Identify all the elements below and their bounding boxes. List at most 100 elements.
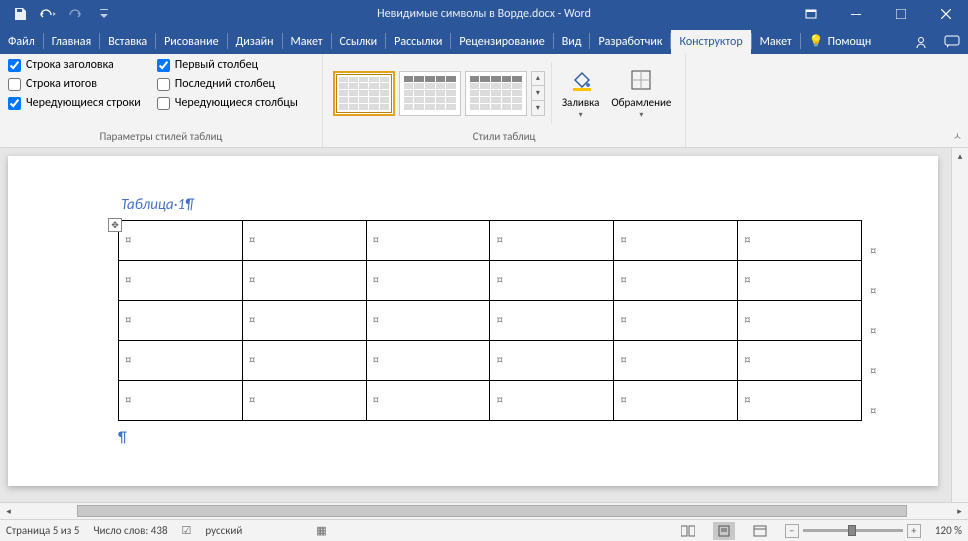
table-cell[interactable]: ¤ bbox=[738, 341, 862, 381]
tab-draw[interactable]: Рисование bbox=[156, 30, 226, 54]
minimize-button[interactable] bbox=[833, 0, 878, 28]
comments-button[interactable] bbox=[936, 30, 968, 54]
zoom-thumb[interactable] bbox=[848, 525, 856, 536]
table-cell[interactable]: ¤ bbox=[366, 341, 490, 381]
table-cell[interactable]: ¤ bbox=[614, 221, 738, 261]
table-cell[interactable]: ¤ bbox=[738, 261, 862, 301]
zoom-in[interactable]: + bbox=[907, 524, 921, 538]
borders-button[interactable]: Обрамление ▾ bbox=[605, 64, 677, 123]
table-cell[interactable]: ¤ bbox=[119, 381, 243, 421]
tab-file[interactable]: Файл bbox=[0, 30, 43, 54]
status-bar: Страница 5 из 5 Число слов: 438 ☑ русски… bbox=[0, 519, 968, 541]
language[interactable]: русский bbox=[205, 524, 242, 537]
read-mode-view[interactable] bbox=[677, 522, 699, 540]
paragraph-mark: ¶ bbox=[118, 429, 828, 447]
tab-mailings[interactable]: Рассылки bbox=[386, 30, 450, 54]
tab-design[interactable]: Дизайн bbox=[228, 30, 282, 54]
word-count[interactable]: Число слов: 438 bbox=[93, 524, 167, 537]
checkbox-header-row[interactable]: Строка заголовка bbox=[8, 58, 141, 72]
macro-icon[interactable]: ▦ bbox=[316, 524, 326, 537]
checkbox-total-row[interactable]: Строка итогов bbox=[8, 77, 141, 91]
table-cell[interactable]: ¤ bbox=[614, 301, 738, 341]
group-label-styles: Стили таблиц bbox=[331, 128, 678, 145]
checkbox-banded-rows[interactable]: Чередующиеся строки bbox=[8, 96, 141, 110]
spellcheck-icon[interactable]: ☑ bbox=[182, 524, 192, 537]
zoom-out[interactable]: − bbox=[785, 524, 799, 538]
window-controls bbox=[788, 0, 968, 28]
checkbox-first-column[interactable]: Первый столбец bbox=[157, 58, 298, 72]
zoom-slider[interactable]: − + bbox=[785, 524, 921, 538]
redo-button[interactable] bbox=[64, 3, 88, 25]
zoom-level[interactable]: 120 % bbox=[935, 524, 962, 537]
table-cell[interactable]: ¤ bbox=[490, 381, 614, 421]
close-button[interactable] bbox=[923, 0, 968, 28]
table-style-thumb[interactable] bbox=[333, 71, 395, 116]
print-layout-view[interactable] bbox=[713, 522, 735, 540]
ribbon-display-options[interactable] bbox=[788, 0, 833, 28]
table-cell[interactable]: ¤ bbox=[242, 341, 366, 381]
table-caption[interactable]: Таблица·1¶ bbox=[121, 196, 828, 214]
table-style-thumb[interactable] bbox=[399, 71, 461, 116]
tab-references[interactable]: Ссылки bbox=[332, 30, 386, 54]
table-cell[interactable]: ¤ bbox=[614, 261, 738, 301]
table-cell[interactable]: ¤ bbox=[738, 301, 862, 341]
tab-review[interactable]: Рецензирование bbox=[451, 30, 552, 54]
table-cell[interactable]: ¤ bbox=[119, 341, 243, 381]
tab-table-layout[interactable]: Макет bbox=[752, 30, 800, 54]
group-table-style-options: Строка заголовка Строка итогов Чередующи… bbox=[0, 54, 323, 147]
table-cell[interactable]: ¤ bbox=[490, 221, 614, 261]
table-cell[interactable]: ¤ bbox=[242, 301, 366, 341]
table-cell[interactable]: ¤ bbox=[366, 301, 490, 341]
undo-button[interactable] bbox=[36, 3, 60, 25]
checkbox-banded-columns[interactable]: Чередующиеся столбцы bbox=[157, 96, 298, 110]
row-end-mark: ¤ bbox=[870, 404, 876, 419]
document-page[interactable]: Таблица·1¶ ✥ ¤¤¤¤¤¤¤¤¤¤¤¤¤¤¤¤¤¤¤¤¤¤¤¤¤¤¤… bbox=[8, 156, 938, 486]
maximize-button[interactable] bbox=[878, 0, 923, 28]
horizontal-scrollbar[interactable]: ◂ ▸ bbox=[0, 502, 968, 519]
tab-help[interactable]: 💡Помощн bbox=[801, 29, 880, 54]
tab-view[interactable]: Вид bbox=[554, 30, 590, 54]
shading-button[interactable]: Заливка ▾ bbox=[556, 64, 606, 123]
table-cell[interactable]: ¤ bbox=[490, 341, 614, 381]
group-label-options: Параметры стилей таблиц bbox=[8, 128, 314, 145]
table-cell[interactable]: ¤ bbox=[119, 261, 243, 301]
tab-table-constructor[interactable]: Конструктор bbox=[671, 30, 750, 54]
web-layout-view[interactable] bbox=[749, 522, 771, 540]
qat-customize[interactable] bbox=[92, 3, 116, 25]
tab-insert[interactable]: Вставка bbox=[100, 30, 155, 54]
tab-home[interactable]: Главная bbox=[44, 30, 99, 54]
table-cell[interactable]: ¤ bbox=[490, 301, 614, 341]
table-cell[interactable]: ¤ bbox=[366, 261, 490, 301]
checkbox-last-column[interactable]: Последний столбец bbox=[157, 77, 298, 91]
document-scroll[interactable]: Таблица·1¶ ✥ ¤¤¤¤¤¤¤¤¤¤¤¤¤¤¤¤¤¤¤¤¤¤¤¤¤¤¤… bbox=[0, 148, 951, 519]
table-cell[interactable]: ¤ bbox=[242, 261, 366, 301]
table-style-thumb[interactable] bbox=[465, 71, 527, 116]
row-end-mark: ¤ bbox=[870, 284, 876, 299]
scroll-right[interactable]: ▸ bbox=[951, 503, 968, 519]
collapse-ribbon[interactable]: ㅅ bbox=[953, 128, 962, 143]
scroll-up[interactable]: ▴ bbox=[952, 148, 968, 165]
table-cell[interactable]: ¤ bbox=[119, 221, 243, 261]
table-cell[interactable]: ¤ bbox=[490, 261, 614, 301]
document-table[interactable]: ¤¤¤¤¤¤¤¤¤¤¤¤¤¤¤¤¤¤¤¤¤¤¤¤¤¤¤¤¤¤ bbox=[118, 220, 862, 421]
vertical-scrollbar[interactable]: ▴ ▾ bbox=[951, 148, 968, 519]
table-cell[interactable]: ¤ bbox=[242, 381, 366, 421]
table-cell[interactable]: ¤ bbox=[738, 221, 862, 261]
table-cell[interactable]: ¤ bbox=[119, 301, 243, 341]
scroll-left[interactable]: ◂ bbox=[0, 503, 17, 519]
ribbon-body: Строка заголовка Строка итогов Чередующи… bbox=[0, 54, 968, 148]
paint-bucket-icon bbox=[567, 66, 595, 94]
table-cell[interactable]: ¤ bbox=[614, 381, 738, 421]
share-button[interactable] bbox=[906, 30, 936, 54]
tab-layout[interactable]: Макет bbox=[283, 30, 331, 54]
table-cell[interactable]: ¤ bbox=[366, 381, 490, 421]
scroll-thumb[interactable] bbox=[77, 505, 907, 517]
table-cell[interactable]: ¤ bbox=[738, 381, 862, 421]
save-button[interactable] bbox=[8, 3, 32, 25]
page-count[interactable]: Страница 5 из 5 bbox=[6, 524, 79, 537]
table-cell[interactable]: ¤ bbox=[242, 221, 366, 261]
tab-developer[interactable]: Разработчик bbox=[590, 30, 670, 54]
table-cell[interactable]: ¤ bbox=[614, 341, 738, 381]
table-cell[interactable]: ¤ bbox=[366, 221, 490, 261]
gallery-expand[interactable]: ▴▾▾ bbox=[531, 71, 545, 116]
